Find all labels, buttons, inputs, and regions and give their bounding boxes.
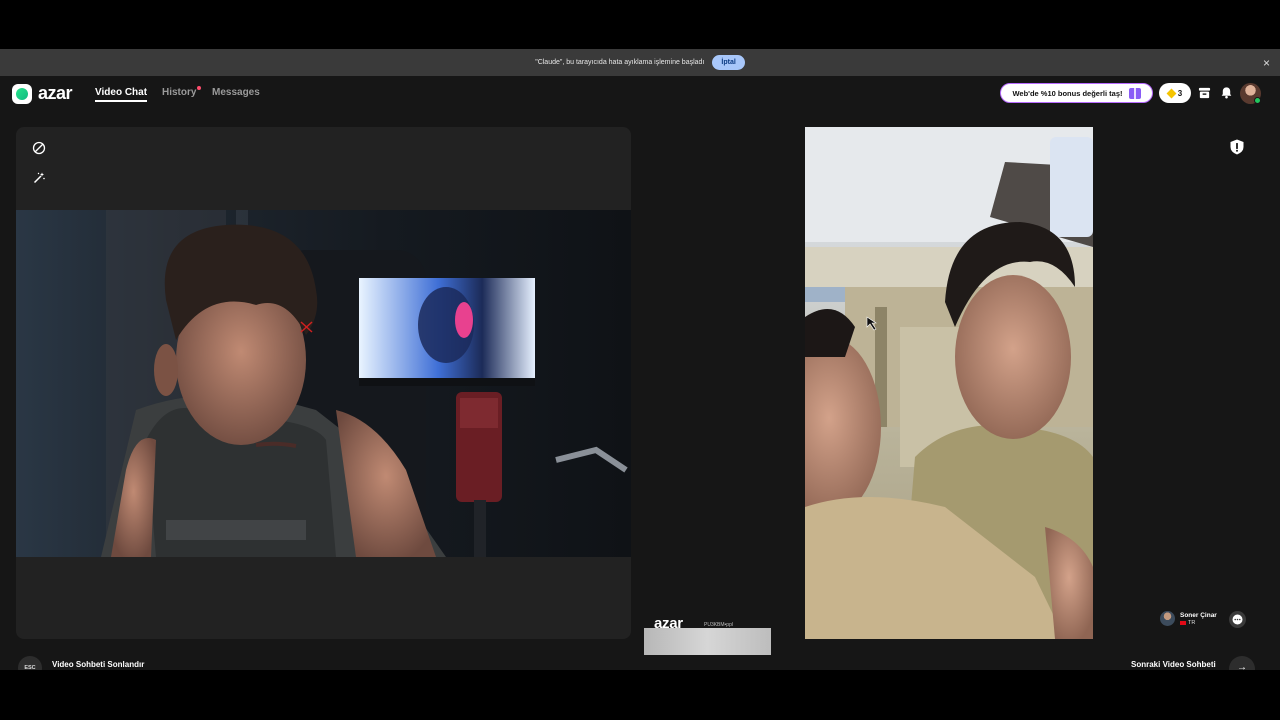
esc-key-button[interactable]: ESC [18,656,42,670]
chat-button[interactable] [1229,611,1246,628]
debug-close-button[interactable]: × [1263,56,1270,70]
next-video-chat-label[interactable]: Sonraki Video Sohbeti [1131,660,1216,669]
bonus-gem-promo-button[interactable]: Web'de %10 bonus değerli taş! [1000,83,1153,103]
my-camera-panel [16,127,631,639]
letterbox-bottom [0,670,1280,720]
peer-info[interactable]: Soner Çinar TR [1160,611,1217,626]
gem-balance-button[interactable]: 3 [1159,83,1191,103]
history-notification-dot [197,86,202,90]
my-video-feed [16,210,631,557]
my-video-image [101,210,628,557]
tab-history[interactable]: History [162,86,202,98]
peer-name: Soner Çinar [1180,611,1217,619]
partner-watermark: azar PU3KBM•ppl [644,615,771,655]
azar-logo[interactable]: azar [12,83,73,104]
azar-app: azar Video Chat History Messages Web'de … [0,76,1280,670]
effects-button[interactable] [28,167,50,189]
letterbox-top [0,0,1280,49]
promo-label: Web'de %10 bonus değerli taş! [1012,88,1123,98]
debug-cancel-button[interactable]: İptal [712,55,745,70]
report-shield-icon[interactable] [1228,138,1246,156]
debug-banner-message: "Claude", bu tarayıcıda hata ayıklama iş… [535,59,705,66]
next-arrow-button[interactable]: → [1229,656,1255,670]
gem-count: 3 [1177,88,1183,98]
peer-country-code: TR [1188,619,1196,626]
blurred-region [644,628,771,655]
partner-video-image [805,127,1093,639]
turkey-flag-icon [1180,620,1186,625]
chat-bubble-icon [1232,614,1243,625]
gift-icon [1128,87,1141,99]
store-icon[interactable] [1198,86,1211,99]
camera-off-button[interactable] [28,137,50,159]
tab-video-chat[interactable]: Video Chat [95,87,148,102]
online-status-indicator [1254,97,1261,104]
camera-off-icon [32,141,46,155]
peer-country: TR [1180,620,1217,626]
debug-banner: "Claude", bu tarayıcıda hata ayıklama iş… [0,49,1280,76]
magic-wand-icon [33,172,45,184]
peer-avatar [1160,611,1175,626]
tab-messages[interactable]: Messages [212,87,260,98]
gem-icon [1166,88,1177,98]
partner-video-feed [805,127,1093,639]
tab-history-label: History [162,87,197,98]
top-navigation: azar Video Chat History Messages Web'de … [0,76,1280,112]
bottom-controls: ESC Video Sohbeti Sonlandır Sonraki Vide… [0,656,1280,670]
azar-logo-mark-icon [12,83,32,104]
bell-icon[interactable] [1220,86,1233,99]
end-video-chat-button[interactable]: Video Sohbeti Sonlandır [52,660,144,669]
azar-logo-text: azar [38,83,73,103]
